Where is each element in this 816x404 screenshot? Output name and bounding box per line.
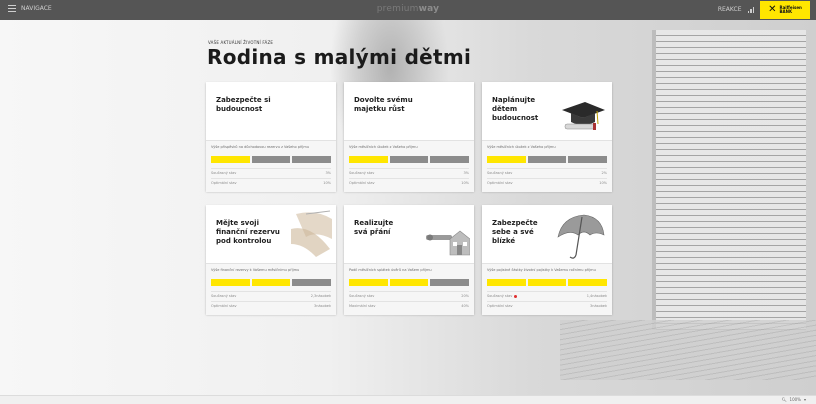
card-financial-reserve[interactable]: Mějte svoji finanční rezervu pod kontrol… bbox=[206, 205, 336, 315]
app-brand: premiumway bbox=[0, 4, 816, 14]
zoom-control[interactable]: 🔍︎ 100% ▾ bbox=[781, 397, 806, 402]
logo-text-2: BANK bbox=[779, 9, 793, 14]
brand-light: premium bbox=[376, 4, 419, 14]
metric-label: Podíl měsíčních splátek úvěrů na Vašem p… bbox=[349, 268, 432, 272]
window-blinds bbox=[656, 30, 806, 330]
card-title: Dovolte svému majetku růst bbox=[354, 96, 413, 113]
current-state-row: Současný stav 3% bbox=[211, 168, 331, 175]
current-state-row: Současný stav 3% bbox=[349, 168, 469, 175]
brand-bold: way bbox=[418, 4, 440, 14]
metric-label: Výše finanční rezervy k Vašemu měsíčnímu… bbox=[211, 268, 300, 272]
top-bar: NAVIGACE premiumway REAKCE ✕ Raiffeisen … bbox=[0, 0, 816, 20]
balcony-floor bbox=[560, 320, 816, 380]
card-wishes[interactable]: Realizujte svá přání Podíl měsíčních spl… bbox=[344, 205, 474, 315]
chevron-down-icon: ▾ bbox=[803, 397, 806, 402]
progress-bar bbox=[349, 156, 470, 163]
optimal-state-row: Optimální stav 3násobek bbox=[487, 301, 607, 308]
graduation-cap-icon bbox=[562, 102, 605, 130]
current-state-row: Současný stav 1,4násobek bbox=[487, 291, 607, 298]
hands-icon bbox=[291, 210, 332, 257]
metric-label: Výše měsíčních úložek z Vašeho příjmu bbox=[349, 145, 418, 149]
current-state-row: Současný stav 2% bbox=[487, 168, 607, 175]
reactions-label: REAKCE bbox=[717, 6, 742, 13]
card-title: Naplánujte dětem budoucnost bbox=[492, 96, 539, 122]
raiffeisen-logo[interactable]: ✕ Raiffeisen BANK bbox=[760, 1, 810, 19]
current-state-row: Současný stav 20% bbox=[349, 291, 469, 298]
reactions-button[interactable]: REAKCE bbox=[718, 6, 754, 13]
optimal-state-row: Optimální stav 3násobek bbox=[211, 301, 331, 308]
page-title: Rodina s malými dětmi bbox=[207, 45, 472, 69]
card-protect-family[interactable]: Zabezpečte sebe a své blízké Výše pojist… bbox=[482, 205, 612, 315]
current-state-row: Současný stav 2,3násobek bbox=[211, 291, 331, 298]
optimal-state-row: Optimální stav 10% bbox=[349, 178, 469, 185]
optimal-state-row: Optimální stav 10% bbox=[211, 178, 331, 185]
card-title: Zabezpečte sebe a své blízké bbox=[492, 219, 538, 245]
metric-label: Výše měsíčních úložek z Vašeho příjmu bbox=[487, 145, 556, 149]
card-property-growth[interactable]: Dovolte svému majetku růst Výše měsíčníc… bbox=[344, 82, 474, 192]
house-key-icon bbox=[426, 230, 470, 256]
metric-label: Výše příspěvků na důchodovou rezervu z V… bbox=[211, 145, 309, 149]
card-title: Zabezpečte si budoucnost bbox=[216, 96, 271, 113]
progress-bar bbox=[211, 156, 332, 163]
crossed-horses-icon: ✕ bbox=[768, 4, 777, 15]
umbrella-icon bbox=[557, 214, 605, 259]
card-title: Realizujte svá přání bbox=[354, 219, 394, 236]
zoom-level: 100% bbox=[789, 397, 801, 402]
progress-bar bbox=[211, 279, 332, 286]
metric-label: Výše pojistné částky životní pojistky k … bbox=[487, 268, 596, 272]
card-future[interactable]: Zabezpečte si budoucnost Výše příspěvků … bbox=[206, 82, 336, 192]
card-title: Mějte svoji finanční rezervu pod kontrol… bbox=[216, 219, 280, 245]
signal-icon bbox=[747, 6, 754, 13]
zoom-icon: 🔍︎ bbox=[781, 397, 787, 402]
optimal-state-row: Optimální stav 10% bbox=[487, 178, 607, 185]
progress-bar bbox=[349, 279, 470, 286]
card-children-future[interactable]: Naplánujte dětem budoucnost Výše měsíční… bbox=[482, 82, 612, 192]
progress-bar bbox=[487, 156, 608, 163]
maximum-state-row: Maximální stav 40% bbox=[349, 301, 469, 308]
warning-dot-icon bbox=[514, 294, 518, 298]
progress-bar bbox=[487, 279, 608, 286]
